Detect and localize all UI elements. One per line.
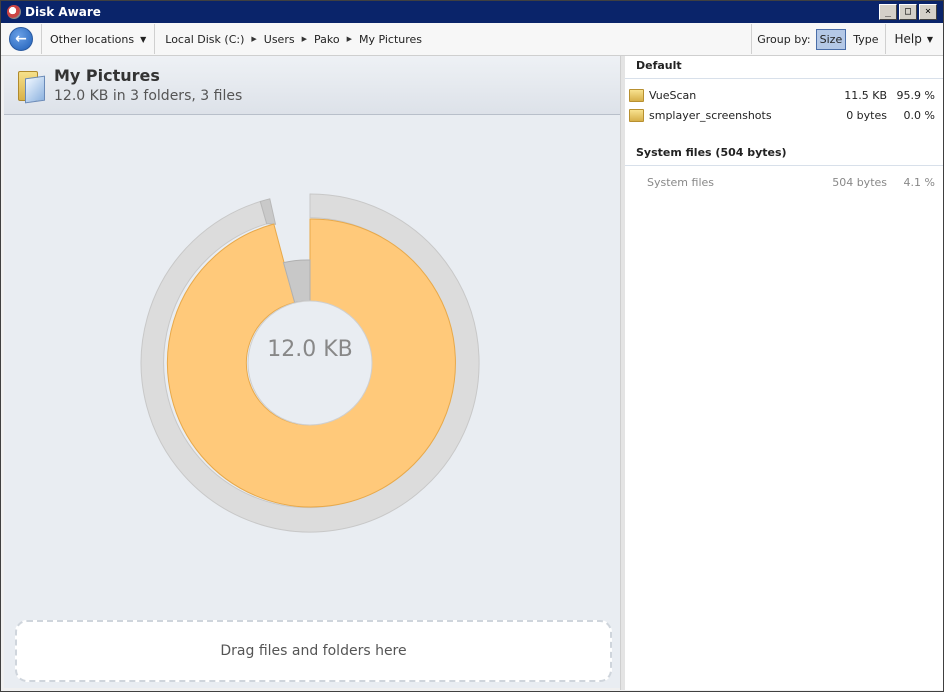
drop-zone[interactable]: Drag files and folders here — [15, 620, 612, 682]
breadcrumb-local-disk[interactable]: Local Disk (C:) — [161, 33, 248, 46]
app-icon — [7, 5, 21, 19]
back-button[interactable]: ← — [9, 27, 33, 51]
toolbar: ← Other locations ▼ Local Disk (C:) ▶ Us… — [1, 23, 943, 56]
breadcrumb-my-pictures[interactable]: My Pictures — [355, 33, 426, 46]
disk-usage-sunburst — [140, 193, 480, 533]
chevron-down-icon: ▼ — [140, 34, 147, 44]
back-arrow-icon: ← — [15, 31, 27, 47]
item-name: VueScan — [649, 88, 697, 102]
group-by-label: Group by: — [757, 32, 811, 46]
system-files-icon — [629, 177, 642, 188]
folder-summary: 12.0 KB in 3 folders, 3 files — [54, 88, 243, 104]
breadcrumb-users[interactable]: Users — [260, 33, 299, 46]
other-locations-button[interactable]: Other locations ▼ — [42, 24, 154, 54]
list-item[interactable]: smplayer_screenshots 0 bytes 0.0 % — [625, 105, 943, 125]
visualization-pane: My Pictures 12.0 KB in 3 folders, 3 file… — [4, 56, 621, 688]
total-size-label: 12.0 KB — [267, 337, 353, 362]
title-bar[interactable]: Disk Aware _ □ × — [1, 1, 943, 23]
group-header-system-files: System files (504 bytes) — [625, 143, 943, 166]
item-percent: 4.1 % — [903, 175, 935, 189]
group-by-type-button[interactable]: Type — [849, 29, 882, 50]
center-hole — [247, 300, 373, 426]
item-size: 504 bytes — [832, 175, 887, 189]
item-size: 11.5 KB — [844, 88, 887, 102]
chevron-right-icon[interactable]: ▶ — [299, 35, 310, 43]
maximize-button[interactable]: □ — [899, 4, 917, 20]
minimize-button[interactable]: _ — [879, 4, 897, 20]
window-title: Disk Aware — [25, 5, 101, 19]
pictures-folder-icon — [18, 69, 45, 104]
app-window: Disk Aware _ □ × ← Other locations ▼ Loc… — [0, 0, 944, 692]
drop-zone-text: Drag files and folders here — [220, 643, 407, 659]
group-by-size-button[interactable]: Size — [815, 28, 847, 50]
chevron-right-icon[interactable]: ▶ — [344, 35, 355, 43]
breadcrumb: Local Disk (C:) ▶ Users ▶ Pako ▶ My Pict… — [155, 33, 751, 46]
chevron-down-icon: ▼ — [926, 34, 933, 44]
close-button[interactable]: × — [919, 4, 937, 20]
group-header-default: Default — [625, 56, 943, 79]
list-item[interactable]: VueScan 11.5 KB 95.9 % — [625, 85, 943, 105]
help-menu-button[interactable]: Help ▼ — [886, 32, 943, 46]
help-label: Help — [894, 32, 922, 46]
list-item[interactable]: System files 504 bytes 4.1 % — [625, 172, 943, 192]
folder-icon — [629, 88, 644, 102]
file-list-pane: Default VueScan 11.5 KB 95.9 % smplayer_… — [625, 56, 943, 690]
item-percent: 0.0 % — [903, 108, 935, 122]
item-size: 0 bytes — [846, 108, 887, 122]
other-locations-label: Other locations — [50, 32, 135, 46]
folder-icon — [629, 108, 644, 122]
item-name: System files — [647, 175, 714, 189]
item-percent: 95.9 % — [896, 88, 935, 102]
group-by-controls: Group by: Size Type — [752, 24, 885, 54]
chevron-right-icon[interactable]: ▶ — [248, 35, 259, 43]
item-name: smplayer_screenshots — [649, 108, 772, 122]
breadcrumb-pako[interactable]: Pako — [310, 33, 344, 46]
folder-title: My Pictures — [54, 66, 160, 85]
folder-header: My Pictures 12.0 KB in 3 folders, 3 file… — [4, 56, 620, 115]
